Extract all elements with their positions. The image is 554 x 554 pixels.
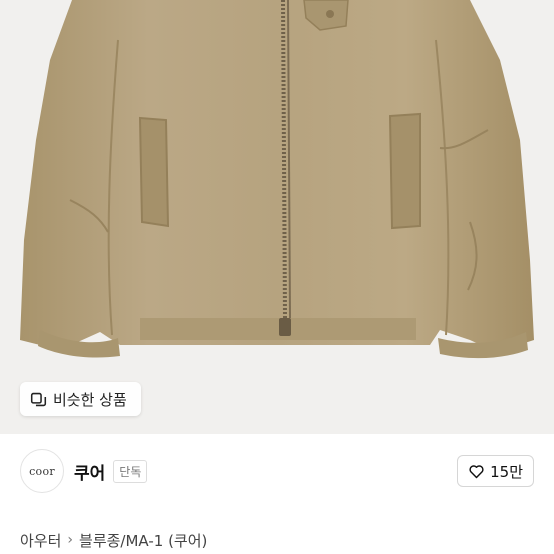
shop-logo-text: coor bbox=[29, 464, 55, 478]
like-button[interactable]: 15만 bbox=[457, 455, 534, 487]
similar-items-button[interactable]: 비슷한 상품 bbox=[20, 382, 141, 416]
shop-name[interactable]: 쿠어 bbox=[74, 459, 105, 484]
shop-avatar[interactable]: coor bbox=[20, 449, 64, 493]
heart-icon bbox=[469, 464, 484, 478]
similar-items-icon bbox=[30, 392, 47, 406]
like-count: 15만 bbox=[490, 462, 523, 481]
breadcrumb-separator: › bbox=[67, 532, 74, 548]
breadcrumb-item-blouson[interactable]: 블루종/MA-1 (쿠어) bbox=[79, 530, 207, 551]
exclusive-badge: 단독 bbox=[113, 459, 148, 483]
shop-info-row: coor 쿠어 단독 15만 bbox=[20, 448, 534, 494]
breadcrumb-item-outer[interactable]: 아우터 bbox=[20, 530, 61, 551]
product-image[interactable]: 비슷한 상품 bbox=[0, 0, 554, 434]
similar-items-label: 비슷한 상품 bbox=[53, 390, 127, 409]
breadcrumb: 아우터 › 블루종/MA-1 (쿠어) bbox=[20, 528, 207, 552]
jacket-illustration bbox=[20, 0, 534, 359]
